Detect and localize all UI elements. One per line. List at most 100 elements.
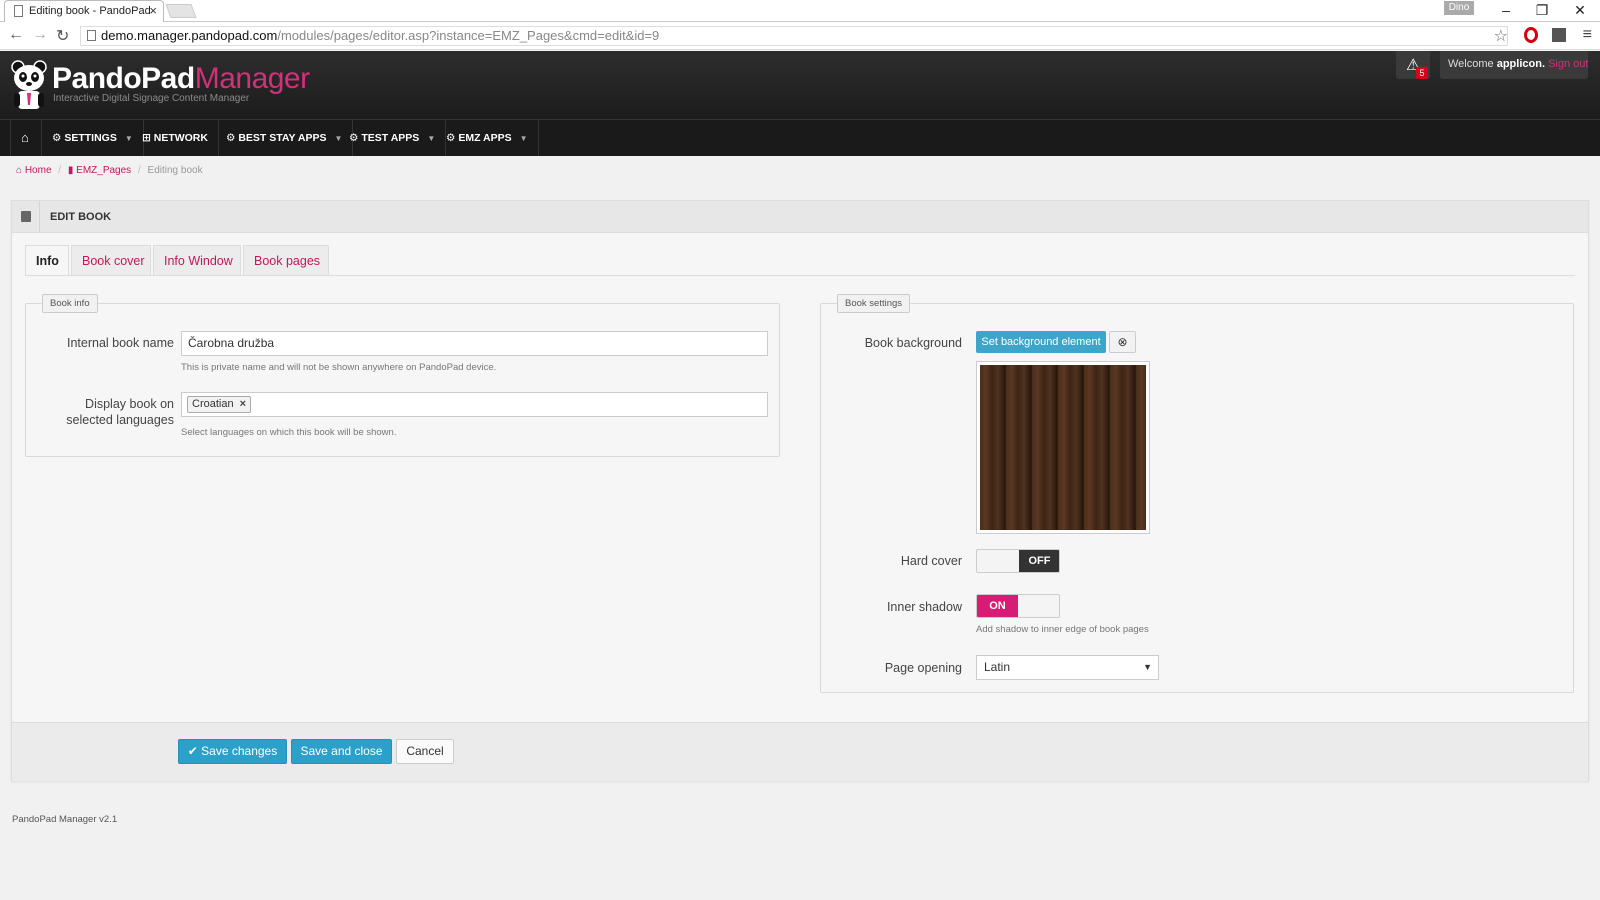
reload-icon[interactable]: ↻ (56, 26, 69, 46)
logo-accent: Manager (194, 62, 310, 95)
nav-emz-apps-label: EMZ APPS (458, 132, 512, 144)
save-and-close-button[interactable]: Save and close (291, 739, 392, 764)
cancel-button[interactable]: Cancel (396, 739, 454, 764)
close-window-icon[interactable]: ✕ (1562, 0, 1598, 20)
page-icon (14, 5, 23, 17)
nav-emz-apps[interactable]: ⚙ EMZ APPS ▼ (436, 120, 539, 156)
nav-settings-label: SETTINGS (64, 132, 117, 144)
nav-test-apps-label: TEST APPS (361, 132, 420, 144)
set-background-button[interactable]: Set background element (976, 331, 1106, 353)
home-icon: ⌂ (16, 165, 23, 176)
inner-shadow-state: ON (977, 595, 1018, 617)
extension-icon[interactable] (1552, 28, 1566, 42)
url-path: /modules/pages/editor.asp?instance=EMZ_P… (277, 28, 660, 43)
back-icon[interactable]: ← (8, 26, 24, 44)
hard-cover-state: OFF (1019, 550, 1059, 572)
hard-cover-label: Hard cover (900, 554, 962, 568)
language-tag: Croatian × (187, 396, 252, 413)
url-host: demo.manager.pandopad.com (101, 28, 278, 43)
browser-tab-title: Editing book - PandoPad (29, 5, 151, 17)
welcome-box: Welcome applicon. Sign out (1440, 51, 1588, 79)
book-icon: ▮ (67, 165, 74, 176)
alerts-button[interactable]: ⚠ 5 (1396, 51, 1430, 79)
languages-label-line2: selected languages (66, 413, 174, 427)
inner-shadow-help: Add shadow to inner edge of book pages (976, 624, 1149, 635)
inner-shadow-toggle[interactable]: ON (976, 594, 1060, 618)
browser-tab[interactable]: Editing book - PandoPad × (4, 0, 164, 22)
book-settings-legend: Book settings (837, 294, 911, 313)
forward-icon[interactable]: → (32, 26, 48, 44)
gears-icon: ⚙ (226, 132, 236, 144)
tab-info-window[interactable]: Info Window (153, 245, 241, 276)
restore-icon[interactable]: ❐ (1524, 0, 1560, 20)
book-background-label: Book background (864, 336, 962, 350)
remove-tag-icon[interactable]: × (240, 398, 246, 410)
breadcrumb-separator: / (137, 165, 141, 176)
nav-best-stay-apps-label: BEST STAY APPS (238, 132, 327, 144)
nav-network-label: NETWORK (153, 132, 208, 144)
form-actions: ✔ Save changes Save and close Cancel (12, 722, 1588, 781)
languages-select[interactable]: Croatian × (181, 392, 768, 417)
browser-menu-icon[interactable]: ≡ (1583, 26, 1592, 44)
main-navbar: ⌂ ⚙ SETTINGS ▼ ⊞ NETWORK ⚙ BEST STAY APPS… (0, 119, 1600, 156)
internal-name-input[interactable]: Čarobna družba (181, 331, 768, 356)
breadcrumb-section-label: EMZ_Pages (76, 165, 132, 176)
welcome-text: Welcome (1448, 58, 1494, 70)
gear-icon: ⚙ (52, 132, 62, 144)
sitemap-icon: ⊞ (142, 132, 151, 144)
bookmark-star-icon[interactable]: ☆ (1494, 26, 1508, 46)
inner-shadow-label: Inner shadow (886, 600, 962, 614)
book-info-legend: Book info (42, 294, 98, 313)
app-tagline: Interactive Digital Signage Content Mana… (53, 93, 250, 104)
chevron-down-icon: ▼ (1143, 662, 1152, 672)
caret-down-icon: ▼ (519, 134, 528, 143)
clear-icon: ⊗ (1117, 335, 1128, 349)
internal-name-help: This is private name and will not be sho… (181, 362, 497, 373)
home-nav-button[interactable]: ⌂ (10, 120, 42, 156)
page-opening-label: Page opening (884, 661, 962, 675)
minimize-icon[interactable]: – (1488, 0, 1524, 20)
edit-book-panel: EDIT BOOK Info Book cover Info Window Bo… (11, 200, 1589, 781)
sign-out-link[interactable]: Sign out (1548, 58, 1588, 70)
panel-header: EDIT BOOK (12, 201, 1588, 233)
tab-divider (25, 275, 1575, 276)
book-settings-fieldset: Book settings Book background Set backgr… (820, 294, 1574, 693)
hard-cover-toggle[interactable]: OFF (976, 549, 1060, 573)
tab-book-pages[interactable]: Book pages (243, 245, 329, 276)
nav-network[interactable]: ⊞ NETWORK (132, 120, 219, 156)
url-field[interactable]: demo.manager.pandopad.com/modules/pages/… (80, 26, 1508, 46)
page-opening-value: Latin (984, 660, 1011, 674)
tab-info[interactable]: Info (25, 245, 69, 276)
logo-main: PandoPad (52, 62, 195, 95)
panda-logo-icon (11, 60, 47, 109)
app-logo-text[interactable]: PandoPadManager (52, 62, 310, 96)
nav-test-apps[interactable]: ⚙ TEST APPS ▼ (339, 120, 447, 156)
new-tab-button[interactable] (165, 4, 197, 18)
address-bar: ← → ↻ demo.manager.pandopad.com/modules/… (0, 22, 1600, 50)
page-opening-select[interactable]: Latin ▼ (976, 655, 1159, 680)
page-icon (87, 30, 96, 41)
browser-user-badge[interactable]: Dino (1444, 1, 1474, 15)
nav-settings[interactable]: ⚙ SETTINGS ▼ (42, 120, 144, 156)
breadcrumb-separator: / (58, 165, 62, 176)
app-version: PandoPad Manager v2.1 (12, 814, 118, 825)
nav-best-stay-apps[interactable]: ⚙ BEST STAY APPS ▼ (216, 120, 354, 156)
tab-book-cover[interactable]: Book cover (71, 245, 151, 276)
caret-down-icon: ▼ (427, 134, 436, 143)
alert-count-badge: 5 (1416, 67, 1428, 79)
gears-icon: ⚙ (349, 132, 359, 144)
breadcrumb-section[interactable]: ▮ EMZ_Pages (68, 165, 131, 176)
close-tab-icon[interactable]: × (149, 1, 157, 21)
clear-background-button[interactable]: ⊗ (1109, 331, 1136, 353)
opera-icon[interactable] (1524, 27, 1538, 43)
save-changes-button[interactable]: ✔ Save changes (178, 739, 287, 764)
language-tag-label: Croatian (192, 398, 234, 410)
breadcrumb-home-label: Home (24, 165, 52, 176)
home-icon: ⌂ (21, 130, 29, 145)
background-preview (976, 361, 1150, 534)
breadcrumb-home[interactable]: ⌂ Home (16, 165, 52, 176)
breadcrumb-current: Editing book (147, 165, 203, 176)
gears-icon: ⚙ (446, 132, 456, 144)
breadcrumb: ⌂ Home / ▮ EMZ_Pages / Editing book (16, 165, 203, 176)
browser-tab-strip: Editing book - PandoPad × Dino – ❐ ✕ (0, 0, 1600, 22)
